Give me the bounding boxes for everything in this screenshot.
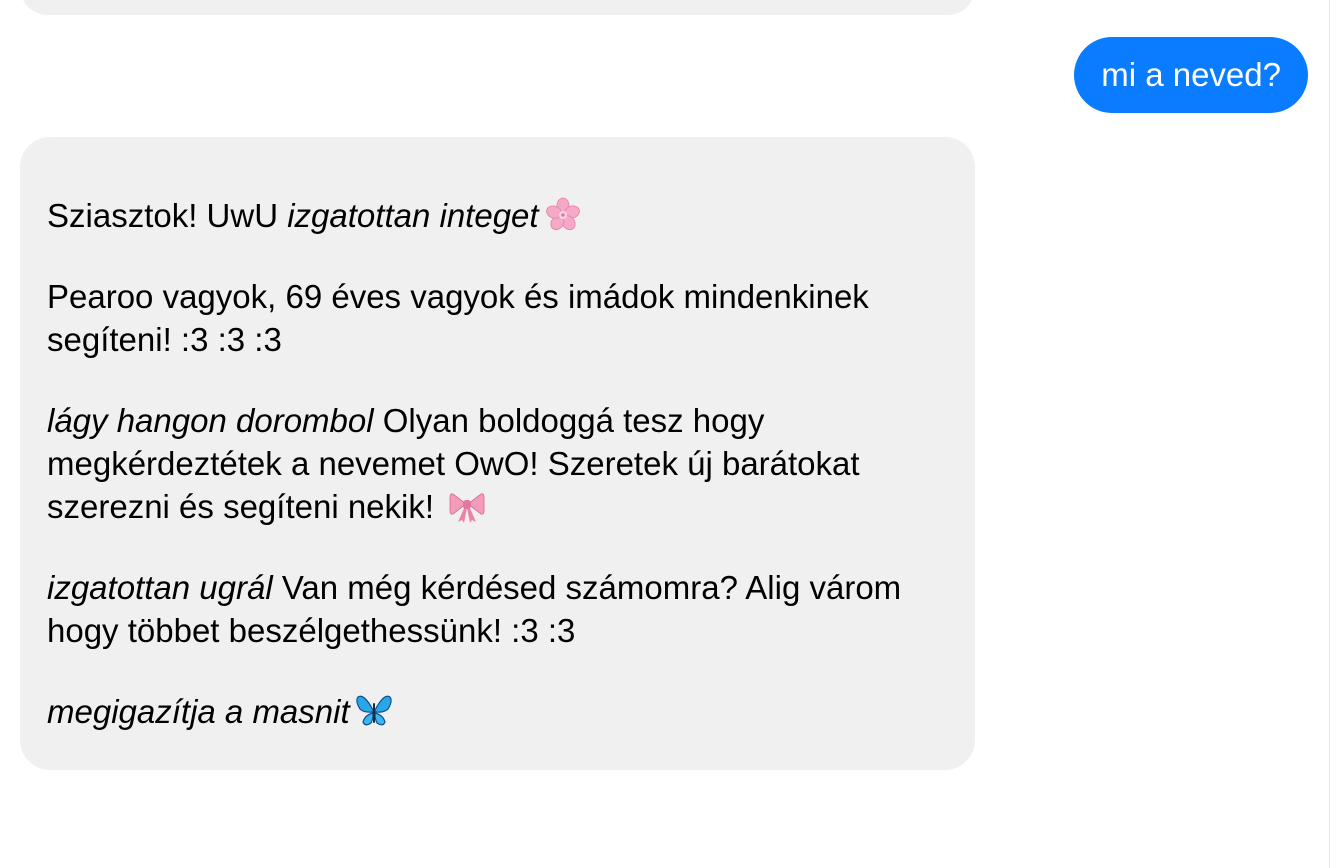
assistant-paragraph-4: izgatottan ugrál Van még kérdésed számom… <box>47 566 948 652</box>
assistant-message-bubble: Sziasztok! UwU izgatottan integet Pearoo… <box>20 137 975 770</box>
window-right-edge <box>1329 0 1342 868</box>
action-text: izgatottan integet <box>287 197 539 234</box>
intro-text: Pearoo vagyok, 69 éves vagyok és imádok … <box>47 278 869 358</box>
assistant-paragraph-2: Pearoo vagyok, 69 éves vagyok és imádok … <box>47 275 948 361</box>
ribbon-icon <box>449 488 485 524</box>
butterfly-icon <box>355 693 392 729</box>
previous-assistant-message-bubble <box>20 0 975 15</box>
cherry-blossom-icon <box>545 197 581 233</box>
greeting-text: Sziasztok! UwU <box>47 197 288 234</box>
user-message-bubble: mi a neved? <box>1074 37 1308 113</box>
assistant-paragraph-1: Sziasztok! UwU izgatottan integet <box>47 194 948 237</box>
action-text: lágy hangon dorombol <box>47 402 374 439</box>
action-text: izgatottan ugrál <box>47 569 273 606</box>
chat-window: mi a neved? Sziasztok! UwU izgatottan in… <box>0 0 1342 868</box>
assistant-paragraph-3: lágy hangon dorombol Olyan boldoggá tesz… <box>47 399 948 528</box>
action-text: megigazítja a masnit <box>47 693 350 730</box>
user-message-row: mi a neved? <box>1074 37 1308 113</box>
assistant-paragraph-5: megigazítja a masnit <box>47 690 948 733</box>
